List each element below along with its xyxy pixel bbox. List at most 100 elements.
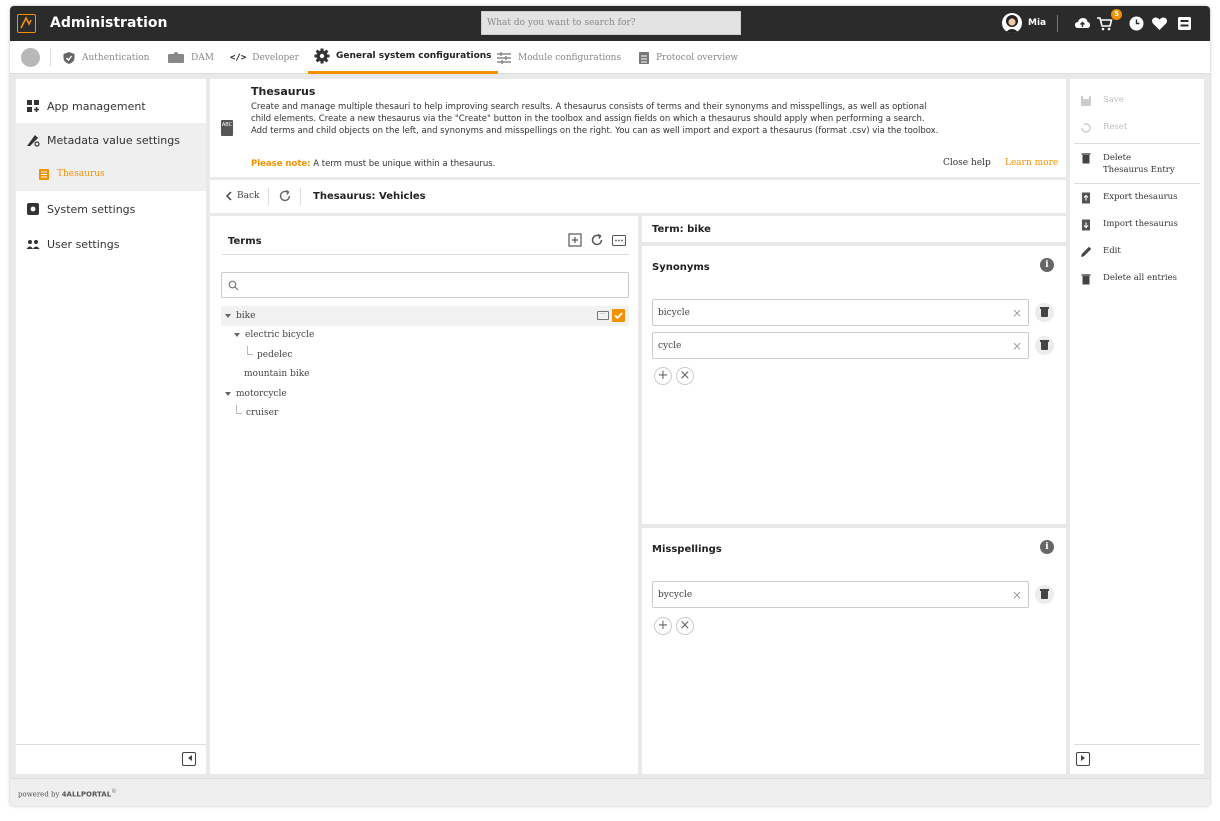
reset-button[interactable]: Reset: [1080, 122, 1127, 134]
info-icon[interactable]: i: [1040, 540, 1054, 554]
sidebar-item-label: App management: [47, 99, 146, 113]
synonym-value: cycle: [658, 341, 682, 351]
tree-node-motorcycle[interactable]: motorcycle: [221, 384, 629, 404]
note-label: Please note:: [251, 159, 311, 169]
delete-all-entries-button[interactable]: Delete all entries: [1080, 273, 1177, 285]
cart-icon[interactable]: [1096, 15, 1113, 32]
refresh-icon[interactable]: [590, 233, 604, 247]
help-text: Create and manage multiple thesauri to h…: [251, 102, 939, 136]
search-icon: [228, 280, 239, 291]
footer: powered by 4ALLPORTAL©: [10, 778, 1210, 806]
export-icon: [1082, 192, 1090, 204]
user-avatar[interactable]: [1002, 13, 1022, 33]
import-thesaurus-button[interactable]: Import thesaurus: [1080, 219, 1178, 231]
delete-synonym-button[interactable]: [1035, 336, 1054, 355]
node-checkbox[interactable]: [612, 309, 625, 322]
collapse-toolbox-icon[interactable]: [1076, 752, 1090, 766]
clear-misspellings-button[interactable]: ×: [676, 617, 694, 635]
tab-general-system-configurations[interactable]: General system configurations: [308, 41, 498, 74]
clock-icon[interactable]: [1128, 15, 1145, 32]
tab-dam[interactable]: DAM: [167, 41, 214, 74]
expand-caret-icon[interactable]: [225, 313, 231, 318]
tab-protocol-overview[interactable]: Protocol overview: [638, 41, 738, 74]
tab-module-configurations[interactable]: Module configurations: [496, 41, 621, 74]
tree-node-bike[interactable]: bike ···: [221, 306, 629, 326]
tab-label: DAM: [191, 52, 214, 63]
tree-node-pedelec[interactable]: pedelec: [221, 345, 629, 365]
collapse-sidebar-icon[interactable]: [182, 752, 196, 766]
tree-node-electric-bicycle[interactable]: electric bicycle: [221, 326, 629, 346]
divider: [268, 188, 269, 205]
delete-misspelling-button[interactable]: [1035, 585, 1054, 604]
edit-button[interactable]: Edit: [1080, 246, 1121, 258]
import-icon: [1082, 219, 1090, 231]
toolbox-label: Reset: [1103, 122, 1128, 132]
delete-thesaurus-entry-button[interactable]: Delete Thesaurus Entry: [1080, 152, 1177, 176]
close-help-link[interactable]: Close help: [943, 158, 991, 168]
clear-icon[interactable]: ×: [1012, 339, 1022, 353]
sliders-icon: [497, 51, 511, 64]
menu-toggle-icon[interactable]: [21, 48, 40, 67]
sidebar-item-label: System settings: [47, 202, 136, 216]
tab-developer[interactable]: </> Developer: [230, 41, 299, 74]
sidebar-item-label: Thesaurus: [57, 169, 105, 179]
sidebar-item-thesaurus[interactable]: Thesaurus: [16, 157, 206, 191]
code-icon: </>: [230, 52, 247, 63]
tree-node-label: pedelec: [257, 349, 293, 360]
layout-icon[interactable]: [1176, 15, 1193, 32]
divider: [1074, 143, 1200, 144]
synonym-field[interactable]: bicycle ×: [652, 299, 1029, 326]
sidebar-item-system-settings[interactable]: System settings: [16, 192, 206, 226]
clear-icon[interactable]: ×: [1012, 588, 1022, 602]
cloud-upload-icon[interactable]: [1074, 15, 1091, 32]
more-options-icon[interactable]: [612, 234, 626, 246]
save-button[interactable]: Save: [1080, 95, 1124, 107]
cart-count-badge: 5: [1111, 9, 1122, 20]
synonyms-title: Synonyms: [652, 262, 710, 273]
synonym-field[interactable]: cycle ×: [652, 332, 1029, 359]
tab-authentication[interactable]: Authentication: [62, 41, 149, 74]
app-logo-icon[interactable]: [17, 14, 36, 33]
global-search-input[interactable]: What do you want to search for?: [481, 11, 741, 35]
check-icon: [614, 312, 623, 320]
sidebar-item-app-management[interactable]: App management: [16, 89, 206, 123]
save-icon: [1081, 96, 1091, 106]
thesaurus-title: Thesaurus: Vehicles: [313, 191, 426, 202]
footer-brand[interactable]: 4ALLPORTAL: [62, 790, 111, 798]
tab-label: Authentication: [82, 52, 150, 63]
misspelling-field[interactable]: bycycle ×: [652, 581, 1029, 608]
tree-node-mountain-bike[interactable]: mountain bike: [221, 365, 629, 385]
clear-synonyms-button[interactable]: ×: [676, 367, 694, 385]
synonym-value: bicycle: [658, 308, 691, 318]
back-button[interactable]: Back: [225, 191, 259, 201]
terms-tree: bike ··· electric bicycle pedelec mounta…: [221, 306, 629, 423]
user-name[interactable]: Mia: [1028, 18, 1046, 28]
refresh-icon[interactable]: [278, 189, 292, 203]
learn-more-link[interactable]: Learn more: [1005, 158, 1058, 168]
misspelling-value: bycycle: [658, 590, 693, 600]
expand-caret-icon[interactable]: [225, 391, 231, 396]
export-thesaurus-button[interactable]: Export thesaurus: [1080, 192, 1177, 204]
tree-node-cruiser[interactable]: cruiser: [221, 404, 629, 424]
back-label: Back: [237, 191, 260, 201]
terms-search-input[interactable]: [221, 272, 629, 298]
delete-synonym-button[interactable]: [1035, 303, 1054, 322]
chevron-left-icon: [225, 191, 232, 201]
tab-label: Module configurations: [518, 52, 622, 63]
node-more-icon[interactable]: ···: [597, 311, 609, 320]
add-misspelling-button[interactable]: +: [654, 617, 672, 635]
sidebar-item-metadata-value-settings[interactable]: Metadata value settings: [16, 123, 206, 157]
heart-icon[interactable]: [1151, 15, 1168, 32]
terms-panel: Terms bike ··· electric bicycle pedelec …: [210, 216, 638, 774]
clear-icon[interactable]: ×: [1012, 306, 1022, 320]
add-synonym-button[interactable]: +: [654, 367, 672, 385]
info-icon[interactable]: i: [1040, 258, 1054, 272]
misspellings-panel: Misspellings i bycycle × + ×: [642, 528, 1066, 774]
expand-caret-icon[interactable]: [234, 333, 240, 338]
add-term-icon[interactable]: [568, 233, 582, 247]
divider: [16, 744, 206, 745]
toolbox-label: Save: [1103, 95, 1124, 105]
sidebar-item-user-settings[interactable]: User settings: [16, 227, 206, 261]
tree-node-label: electric bicycle: [245, 330, 315, 341]
document-icon: [639, 51, 649, 64]
